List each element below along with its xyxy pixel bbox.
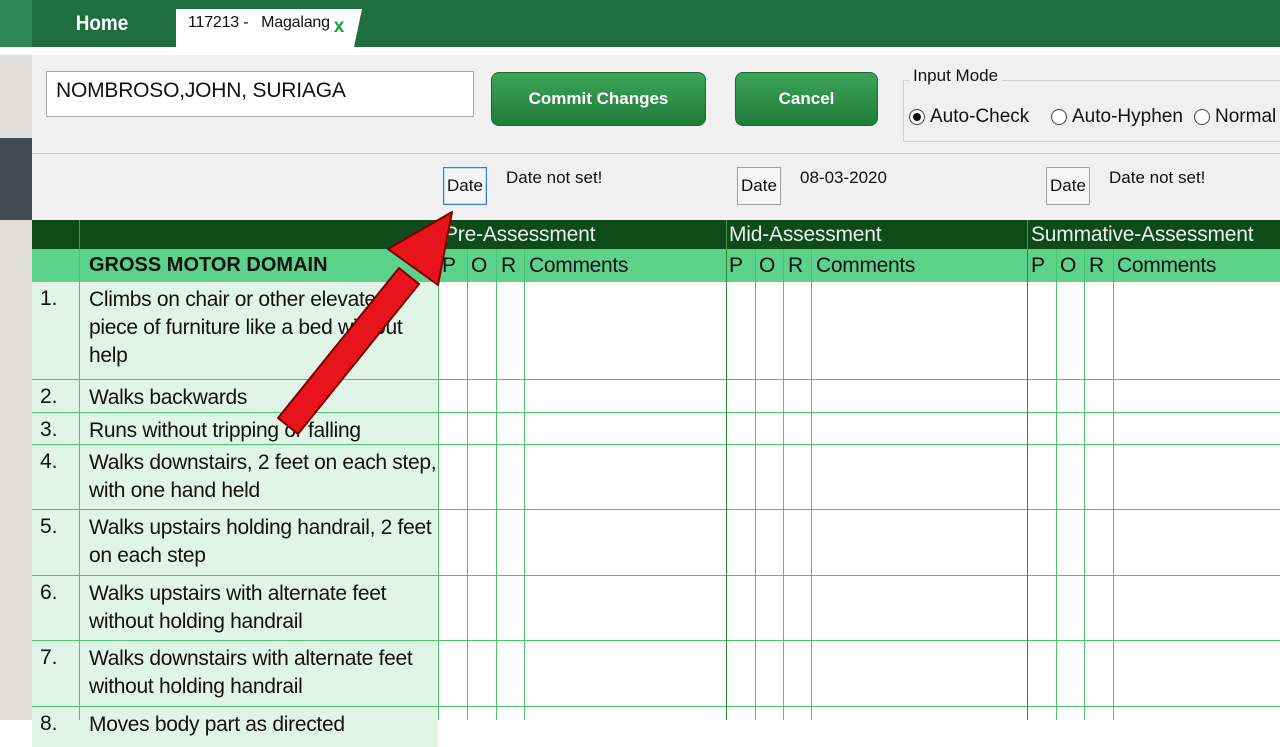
- row-number: 2.: [32, 380, 80, 412]
- pre-assessment-header: Pre-Assessment: [444, 223, 596, 246]
- col-header-comments: Comments: [529, 253, 629, 277]
- commit-changes-button[interactable]: Commit Changes: [491, 72, 706, 126]
- row-number: 3.: [32, 413, 80, 444]
- table-row[interactable]: 7. Walks downstairs with alternate feet …: [32, 641, 1280, 706]
- radio-normal[interactable]: Normal: [1194, 106, 1276, 128]
- row-number: 5.: [32, 510, 80, 575]
- col-header-r: R: [788, 253, 803, 277]
- pre-assessment-date-text: Date not set!: [506, 168, 603, 187]
- row-description: Moves body part as directed: [80, 707, 438, 747]
- row-number: 8.: [32, 707, 80, 747]
- row-description: Runs without tripping or falling: [80, 413, 438, 444]
- assessment-group-header: Pre-Assessment Mid-Assessment Summative-…: [32, 220, 1280, 249]
- table-row[interactable]: 2. Walks backwards: [32, 380, 1280, 412]
- col-header-r: R: [1089, 253, 1104, 277]
- row-description: Walks downstairs, 2 feet on each step, w…: [80, 445, 438, 509]
- student-name-field[interactable]: NOMBROSO,JOHN, SURIAGA: [46, 71, 474, 117]
- mid-assessment-date-text: 08-03-2020: [800, 168, 887, 187]
- col-header-r: R: [501, 253, 516, 277]
- radio-label-normal: Normal: [1215, 106, 1277, 127]
- summative-assessment-date-button[interactable]: Date: [1046, 167, 1090, 205]
- radio-unchecked-icon: [1194, 109, 1210, 125]
- tab-bar: Home 117213 - Magalang x: [0, 0, 1280, 47]
- row-number: 1.: [32, 282, 80, 379]
- table-row[interactable]: 3. Runs without tripping or falling: [32, 413, 1280, 444]
- table-row[interactable]: 4. Walks downstairs, 2 feet on each step…: [32, 445, 1280, 509]
- table-row[interactable]: 6. Walks upstairs with alternate feet wi…: [32, 576, 1280, 640]
- left-rail: [0, 55, 32, 720]
- row-description: Walks upstairs with alternate feet witho…: [80, 576, 438, 640]
- radio-label-auto-check: Auto-Check: [930, 106, 1030, 127]
- col-header-o: O: [759, 253, 776, 277]
- col-header-o: O: [471, 253, 488, 277]
- assessment-grid: 1. Climbs on chair or other elevated pie…: [32, 282, 1280, 747]
- input-mode-title: Input Mode: [909, 66, 1003, 86]
- col-header-comments: Comments: [816, 253, 916, 277]
- tab-home[interactable]: Home: [39, 0, 165, 47]
- left-rail-handle[interactable]: [0, 138, 32, 220]
- row-number: 4.: [32, 445, 80, 509]
- close-tab-icon[interactable]: x: [334, 16, 345, 38]
- radio-checked-icon: [909, 109, 925, 125]
- row-number: 6.: [32, 576, 80, 640]
- domain-header: GROSS MOTOR DOMAIN: [89, 254, 328, 276]
- row-description: Walks backwards: [80, 380, 438, 412]
- col-header-p: P: [1031, 253, 1045, 277]
- radio-unchecked-icon: [1051, 109, 1067, 125]
- mid-assessment-header: Mid-Assessment: [729, 223, 882, 246]
- tab-bar-left-strip: [0, 0, 32, 47]
- date-row: [32, 154, 1280, 220]
- summative-assessment-header: Summative-Assessment: [1031, 223, 1254, 246]
- table-row[interactable]: 1. Climbs on chair or other elevated pie…: [32, 282, 1280, 379]
- pre-assessment-date-button[interactable]: Date: [443, 167, 487, 205]
- radio-auto-check[interactable]: Auto-Check: [909, 106, 1029, 128]
- col-header-p: P: [729, 253, 743, 277]
- tab-document-label: 117213 - Magalang: [188, 14, 330, 31]
- cancel-button[interactable]: Cancel: [735, 72, 878, 126]
- row-description: Walks downstairs with alternate feet wit…: [80, 641, 438, 706]
- radio-label-auto-hyphen: Auto-Hyphen: [1072, 106, 1183, 127]
- radio-auto-hyphen[interactable]: Auto-Hyphen: [1051, 106, 1183, 128]
- tab-edge: [354, 9, 362, 47]
- col-header-o: O: [1060, 253, 1077, 277]
- row-description: Climbs on chair or other elevated piece …: [80, 282, 438, 379]
- row-description: Walks upstairs holding handrail, 2 feet …: [80, 510, 438, 575]
- mid-assessment-date-button[interactable]: Date: [737, 167, 781, 205]
- row-number: 7.: [32, 641, 80, 706]
- table-row[interactable]: 8. Moves body part as directed: [32, 707, 1280, 747]
- col-header-p: P: [442, 253, 456, 277]
- table-row[interactable]: 5. Walks upstairs holding handrail, 2 fe…: [32, 510, 1280, 575]
- column-header-row: GROSS MOTOR DOMAIN P O R Comments P O R …: [32, 249, 1280, 282]
- summative-assessment-date-text: Date not set!: [1109, 168, 1206, 187]
- col-header-comments: Comments: [1117, 253, 1217, 277]
- tab-document[interactable]: 117213 - Magalang x: [176, 9, 362, 47]
